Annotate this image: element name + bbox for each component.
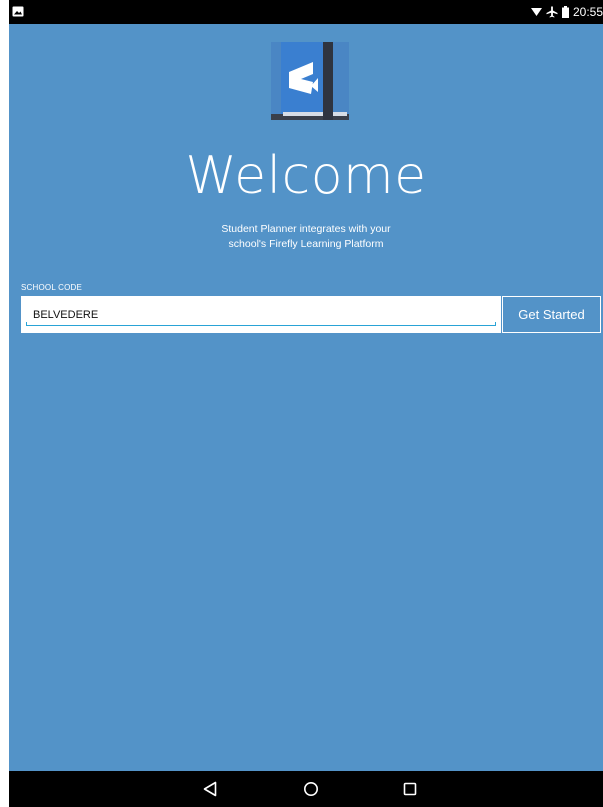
subtitle-line-2: school's Firefly Learning Platform	[228, 238, 384, 250]
home-icon	[304, 782, 318, 796]
back-icon	[203, 781, 217, 797]
welcome-title: Welcome	[185, 146, 427, 206]
navigation-bar	[9, 771, 603, 807]
student-planner-book-icon	[271, 42, 349, 120]
recents-icon	[403, 782, 417, 796]
subtitle-line-1: Student Planner integrates with your	[221, 223, 391, 235]
airplane-mode-icon	[546, 6, 558, 18]
welcome-subtitle: Student Planner integrates with your sch…	[9, 222, 603, 252]
school-code-label: SCHOOL CODE	[21, 283, 83, 292]
get-started-button[interactable]: Get Started	[502, 296, 601, 333]
status-icons: 20:55	[530, 0, 603, 24]
home-button[interactable]	[301, 779, 321, 799]
photo-notification-icon	[12, 6, 24, 17]
app-screen: 20:55 Welcome Student Planner integrates…	[9, 0, 603, 807]
school-code-input[interactable]	[21, 296, 501, 333]
status-bar: 20:55	[9, 0, 603, 24]
school-code-field	[21, 296, 501, 333]
battery-icon	[561, 6, 569, 18]
wifi-icon	[530, 8, 542, 16]
status-time: 20:55	[572, 5, 603, 19]
recents-button[interactable]	[400, 779, 420, 799]
input-focus-underline	[26, 322, 496, 326]
back-button[interactable]	[200, 779, 220, 799]
